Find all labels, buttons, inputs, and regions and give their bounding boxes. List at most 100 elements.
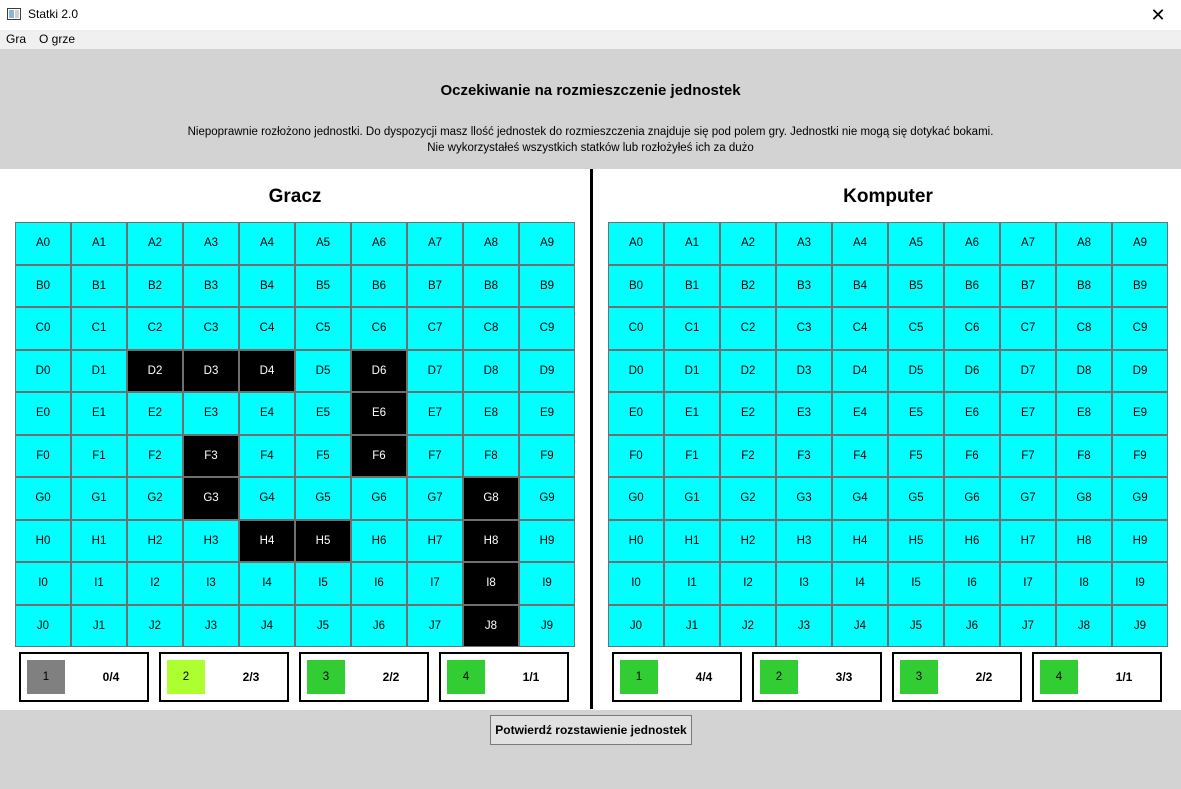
player-cell-j9[interactable]: J9 <box>519 604 575 647</box>
player-cell-a1[interactable]: A1 <box>71 222 127 265</box>
player-cell-a6[interactable]: A6 <box>351 222 407 265</box>
player-cell-j4[interactable]: J4 <box>239 604 295 647</box>
player-cell-b9[interactable]: B9 <box>519 264 575 307</box>
player-cell-c2[interactable]: C2 <box>127 307 183 350</box>
computer-cell-b5[interactable]: B5 <box>888 264 944 307</box>
player-cell-e8[interactable]: E8 <box>463 392 519 435</box>
player-cell-h6[interactable]: H6 <box>351 519 407 562</box>
computer-cell-h1[interactable]: H1 <box>664 519 720 562</box>
computer-cell-j1[interactable]: J1 <box>664 604 720 647</box>
menu-item-o-grze[interactable]: O grze <box>33 30 82 49</box>
computer-cell-f5[interactable]: F5 <box>888 434 944 477</box>
player-cell-f4[interactable]: F4 <box>239 434 295 477</box>
player-cell-h4[interactable]: H4 <box>239 519 295 562</box>
player-cell-d9[interactable]: D9 <box>519 349 575 392</box>
computer-cell-a5[interactable]: A5 <box>888 222 944 265</box>
computer-cell-d7[interactable]: D7 <box>1000 349 1056 392</box>
player-cell-h3[interactable]: H3 <box>183 519 239 562</box>
computer-cell-c6[interactable]: C6 <box>944 307 1000 350</box>
player-cell-i7[interactable]: I7 <box>407 562 463 605</box>
computer-cell-f0[interactable]: F0 <box>608 434 664 477</box>
player-cell-c1[interactable]: C1 <box>71 307 127 350</box>
player-cell-c5[interactable]: C5 <box>295 307 351 350</box>
computer-cell-b6[interactable]: B6 <box>944 264 1000 307</box>
player-cell-f8[interactable]: F8 <box>463 434 519 477</box>
computer-cell-j8[interactable]: J8 <box>1056 604 1112 647</box>
player-cell-b6[interactable]: B6 <box>351 264 407 307</box>
player-cell-a0[interactable]: A0 <box>15 222 71 265</box>
player-cell-b0[interactable]: B0 <box>15 264 71 307</box>
computer-cell-i1[interactable]: I1 <box>664 562 720 605</box>
player-cell-e1[interactable]: E1 <box>71 392 127 435</box>
computer-cell-j2[interactable]: J2 <box>720 604 776 647</box>
player-cell-h5[interactable]: H5 <box>295 519 351 562</box>
player-cell-a4[interactable]: A4 <box>239 222 295 265</box>
computer-cell-b0[interactable]: B0 <box>608 264 664 307</box>
player-cell-h2[interactable]: H2 <box>127 519 183 562</box>
player-cell-g3[interactable]: G3 <box>183 477 239 520</box>
computer-cell-f2[interactable]: F2 <box>720 434 776 477</box>
player-cell-d5[interactable]: D5 <box>295 349 351 392</box>
player-cell-e6[interactable]: E6 <box>351 392 407 435</box>
player-cell-e2[interactable]: E2 <box>127 392 183 435</box>
player-cell-e5[interactable]: E5 <box>295 392 351 435</box>
computer-cell-g7[interactable]: G7 <box>1000 477 1056 520</box>
computer-cell-g0[interactable]: G0 <box>608 477 664 520</box>
computer-cell-d5[interactable]: D5 <box>888 349 944 392</box>
computer-cell-h9[interactable]: H9 <box>1112 519 1168 562</box>
computer-cell-a0[interactable]: A0 <box>608 222 664 265</box>
computer-cell-e8[interactable]: E8 <box>1056 392 1112 435</box>
computer-cell-d1[interactable]: D1 <box>664 349 720 392</box>
player-cell-d0[interactable]: D0 <box>15 349 71 392</box>
player-cell-j1[interactable]: J1 <box>71 604 127 647</box>
computer-cell-e7[interactable]: E7 <box>1000 392 1056 435</box>
player-cell-j7[interactable]: J7 <box>407 604 463 647</box>
player-cell-g1[interactable]: G1 <box>71 477 127 520</box>
computer-cell-d8[interactable]: D8 <box>1056 349 1112 392</box>
player-cell-h9[interactable]: H9 <box>519 519 575 562</box>
computer-cell-h0[interactable]: H0 <box>608 519 664 562</box>
computer-cell-f3[interactable]: F3 <box>776 434 832 477</box>
player-cell-a8[interactable]: A8 <box>463 222 519 265</box>
computer-cell-i4[interactable]: I4 <box>832 562 888 605</box>
computer-cell-d3[interactable]: D3 <box>776 349 832 392</box>
computer-cell-i3[interactable]: I3 <box>776 562 832 605</box>
player-cell-b1[interactable]: B1 <box>71 264 127 307</box>
computer-cell-e0[interactable]: E0 <box>608 392 664 435</box>
computer-cell-f8[interactable]: F8 <box>1056 434 1112 477</box>
player-cell-c0[interactable]: C0 <box>15 307 71 350</box>
computer-cell-h2[interactable]: H2 <box>720 519 776 562</box>
player-cell-g8[interactable]: G8 <box>463 477 519 520</box>
player-cell-b8[interactable]: B8 <box>463 264 519 307</box>
player-cell-g9[interactable]: G9 <box>519 477 575 520</box>
player-cell-d1[interactable]: D1 <box>71 349 127 392</box>
computer-cell-a1[interactable]: A1 <box>664 222 720 265</box>
computer-cell-a9[interactable]: A9 <box>1112 222 1168 265</box>
computer-cell-c4[interactable]: C4 <box>832 307 888 350</box>
computer-cell-e9[interactable]: E9 <box>1112 392 1168 435</box>
player-cell-j2[interactable]: J2 <box>127 604 183 647</box>
computer-cell-h4[interactable]: H4 <box>832 519 888 562</box>
player-cell-a2[interactable]: A2 <box>127 222 183 265</box>
player-cell-i3[interactable]: I3 <box>183 562 239 605</box>
computer-cell-g6[interactable]: G6 <box>944 477 1000 520</box>
computer-cell-d6[interactable]: D6 <box>944 349 1000 392</box>
close-button[interactable]: ✕ <box>1135 0 1181 30</box>
computer-cell-e6[interactable]: E6 <box>944 392 1000 435</box>
computer-cell-a3[interactable]: A3 <box>776 222 832 265</box>
player-cell-a7[interactable]: A7 <box>407 222 463 265</box>
player-cell-d2[interactable]: D2 <box>127 349 183 392</box>
computer-cell-c5[interactable]: C5 <box>888 307 944 350</box>
player-cell-d8[interactable]: D8 <box>463 349 519 392</box>
confirm-placement-button[interactable]: Potwierdź rozstawienie jednostek <box>490 715 692 745</box>
player-cell-f9[interactable]: F9 <box>519 434 575 477</box>
player-cell-b3[interactable]: B3 <box>183 264 239 307</box>
computer-cell-i2[interactable]: I2 <box>720 562 776 605</box>
computer-cell-c1[interactable]: C1 <box>664 307 720 350</box>
player-cell-c9[interactable]: C9 <box>519 307 575 350</box>
computer-cell-i5[interactable]: I5 <box>888 562 944 605</box>
player-cell-j8[interactable]: J8 <box>463 604 519 647</box>
player-cell-j5[interactable]: J5 <box>295 604 351 647</box>
computer-cell-i9[interactable]: I9 <box>1112 562 1168 605</box>
computer-cell-h3[interactable]: H3 <box>776 519 832 562</box>
